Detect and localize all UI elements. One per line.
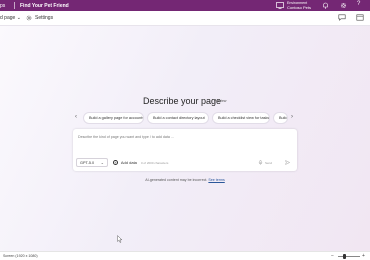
disclaimer-text: AI-generated content may be incorrect. xyxy=(145,178,208,182)
zoom-in-button[interactable]: + xyxy=(362,253,365,259)
add-icon: + xyxy=(113,160,118,166)
preview-badge: Preview xyxy=(214,99,227,103)
title-bar: ps Find Your Pet Friend Environment Cont… xyxy=(0,0,370,11)
app-name: ps xyxy=(0,3,6,9)
help-icon[interactable]: ? xyxy=(357,1,360,7)
chevron-down-icon: ⌄ xyxy=(16,15,21,21)
see-terms-link[interactable]: See terms xyxy=(208,178,224,182)
model-label: GPT-5.0 xyxy=(80,160,95,165)
window-icon[interactable] xyxy=(356,14,364,21)
suggestion-chip-partial[interactable]: Build xyxy=(273,112,288,124)
environment-name: Contoso Pets xyxy=(287,4,312,10)
status-bar: Screen (1920 x 1080) − + xyxy=(0,251,370,260)
settings-gear-icon xyxy=(26,15,32,21)
send-icon[interactable] xyxy=(285,160,290,165)
comment-icon[interactable] xyxy=(338,14,346,21)
chevron-down-icon: ⌄ xyxy=(100,160,104,165)
page-title: Find Your Pet Friend xyxy=(20,3,69,9)
bell-icon[interactable] xyxy=(322,2,329,9)
character-counter: 0 of 2000 characters xyxy=(141,161,169,165)
suggestions-next-icon[interactable]: › xyxy=(291,114,293,120)
ai-disclaimer: AI-generated content may be incorrect. S… xyxy=(0,178,370,182)
command-bar: d page ⌄ Settings xyxy=(0,11,370,26)
environment-icon[interactable] xyxy=(276,2,284,9)
settings-button[interactable]: Settings xyxy=(35,15,53,21)
environment-picker[interactable]: Environment Contoso Pets xyxy=(287,1,311,10)
zoom-slider[interactable] xyxy=(338,254,360,259)
cursor-icon xyxy=(117,235,123,243)
zoom-out-button[interactable]: − xyxy=(331,253,334,259)
mic-icon[interactable] xyxy=(258,160,263,165)
gear-icon[interactable] xyxy=(340,2,347,9)
suggestion-chip-gallery[interactable]: Build a gallery page for accounts xyxy=(83,112,144,124)
prompt-box[interactable]: Describe the kind of page you want and t… xyxy=(73,129,297,171)
new-page-label: d page xyxy=(0,15,16,21)
suggestion-chip-contact[interactable]: Build a contact directory layout xyxy=(147,112,209,124)
screen-size-selector[interactable]: Screen (1920 x 1080) xyxy=(3,254,38,258)
suggestions-prev-icon[interactable]: ‹ xyxy=(75,114,77,120)
prompt-input[interactable]: Describe the kind of page you want and t… xyxy=(78,135,174,139)
model-selector[interactable]: GPT-5.0 ⌄ xyxy=(76,158,108,167)
add-data-label: Add data xyxy=(120,160,137,165)
suggestion-chip-checklist[interactable]: Build a checklist view for tasks xyxy=(212,112,270,124)
page-heading: Describe your page xyxy=(143,96,222,106)
add-data-button[interactable]: + Add data xyxy=(113,160,137,166)
new-page-button[interactable]: d page ⌄ xyxy=(0,15,21,21)
zoom-slider-thumb[interactable] xyxy=(342,254,346,259)
send-label: Send xyxy=(265,161,273,165)
title-separator xyxy=(14,2,15,9)
